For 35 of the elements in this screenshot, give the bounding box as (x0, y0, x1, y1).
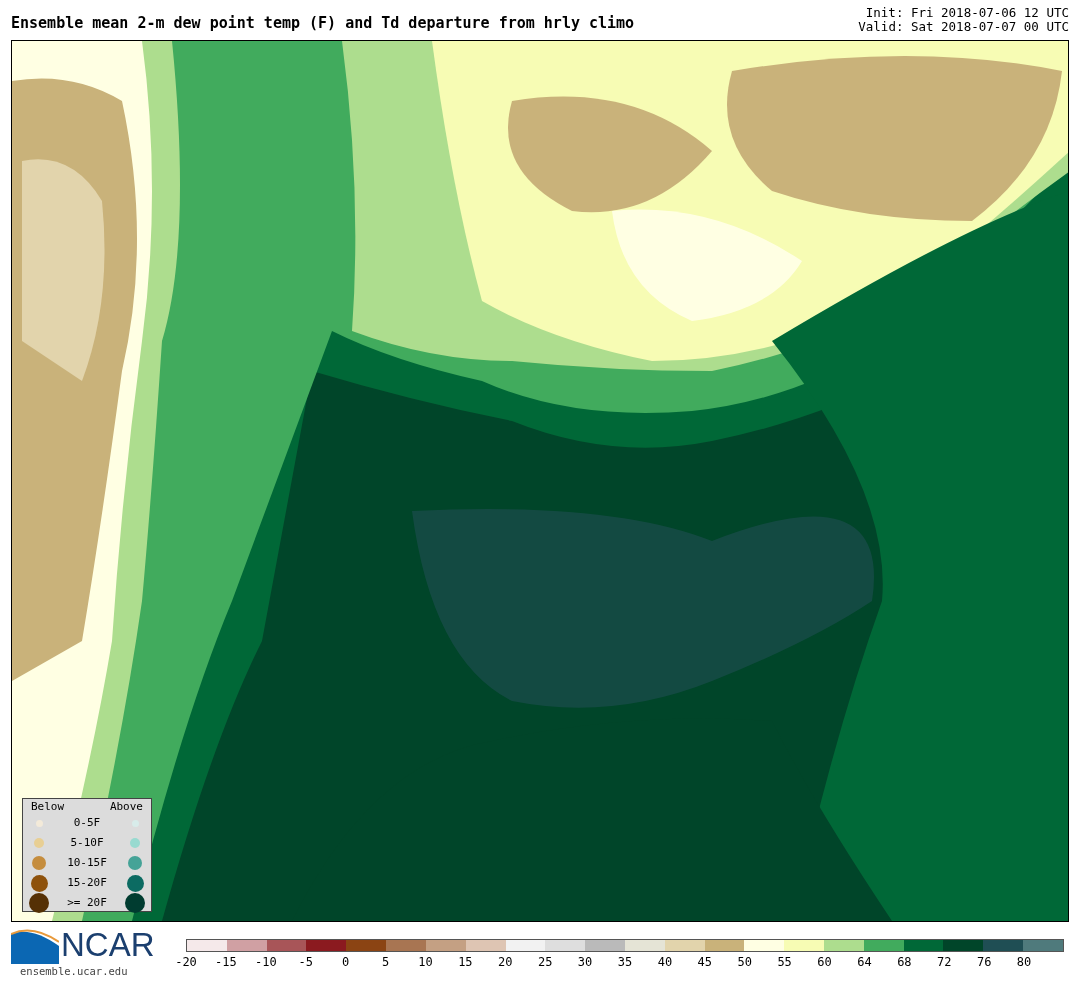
colorbar-tick-label: 72 (937, 954, 952, 971)
init-time: Init: Fri 2018-07-06 12 UTC (865, 6, 1069, 20)
colorbar-tick-label: 55 (777, 954, 792, 971)
colorbar-tick-label: 40 (657, 954, 673, 971)
legend-label: 5-10F (70, 834, 104, 851)
colorbar-tick-label: -5 (298, 954, 313, 971)
legend-label: 10-15F (67, 854, 107, 871)
legend-label: 15-20F (67, 874, 107, 891)
colorbar-tick-label: -10 (254, 954, 277, 971)
map-title: Ensemble mean 2-m dew point temp (F) and Td departure from hrly climo (11, 12, 635, 34)
colorbar-tick-label: -15 (215, 954, 237, 971)
colorbar-tick-label: 5 (381, 954, 390, 971)
legend-heading: Above (109, 800, 143, 813)
colorbar-tick-label: 25 (537, 954, 553, 971)
logo-wordmark: NCAR (61, 927, 155, 963)
website-url: ensemble.ucar.edu (20, 965, 129, 977)
colorbar-tick-label: 68 (897, 954, 912, 971)
colorbar-tick-label: 35 (617, 954, 633, 971)
colorbar-tick-label: 45 (697, 954, 713, 971)
swoosh-logo-icon (11, 926, 59, 964)
colorbar-tick-label: 10 (418, 954, 433, 971)
colorbar-tick-label: 50 (737, 954, 752, 971)
colorbar-tick-label: 80 (1016, 954, 1032, 971)
legend-label: 0-5F (73, 814, 101, 831)
legend-heading: Below (31, 800, 65, 813)
colorbar-tick-label: 0 (342, 954, 350, 971)
colorbar-tick-label: -20 (175, 954, 197, 971)
valid-time: Valid: Sat 2018-07-07 00 UTC (858, 20, 1069, 34)
colorbar-tick-label: 60 (817, 954, 832, 971)
legend-label: >= 20F (67, 894, 107, 911)
colorbar-tick-label: 15 (458, 954, 473, 971)
colorbar-tick-label: 76 (976, 954, 992, 971)
colorbar-tick-label: 64 (857, 954, 872, 971)
colorbar-tick-label: 30 (577, 954, 593, 971)
colorbar-tick-label: 20 (498, 954, 513, 971)
